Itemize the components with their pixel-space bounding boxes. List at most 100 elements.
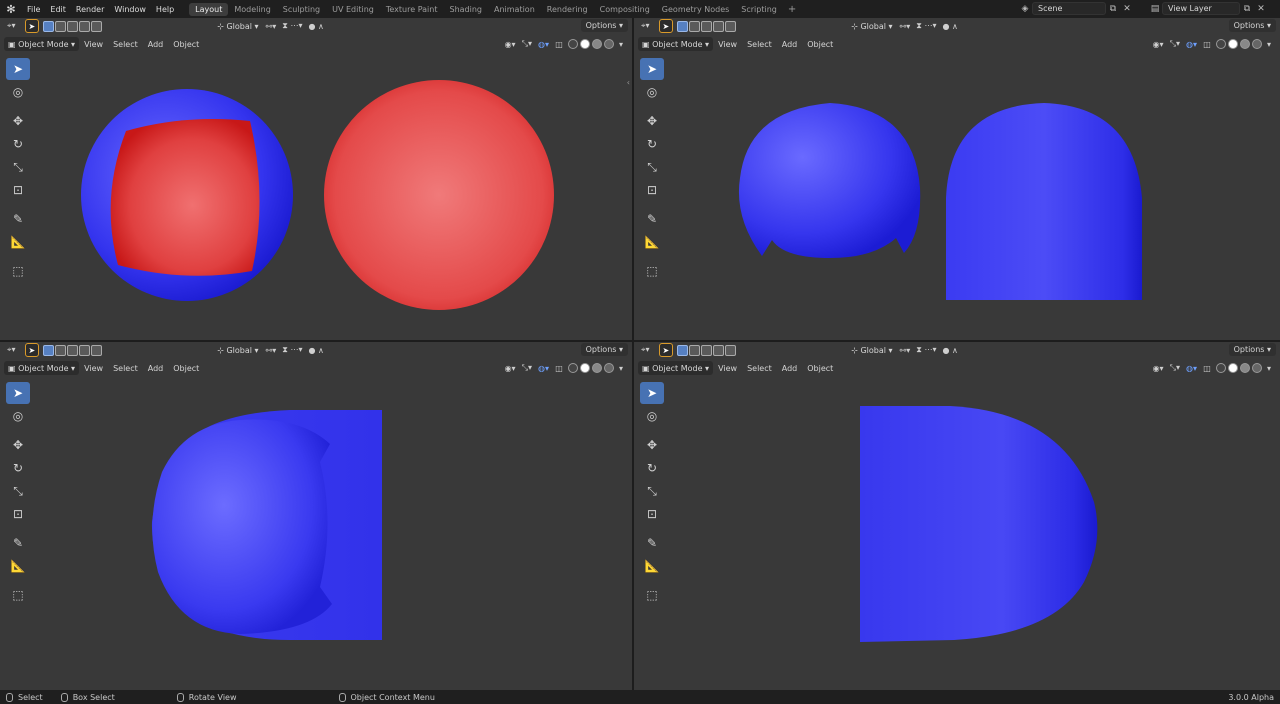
transform-orientation[interactable]: ⊹ Global ▾ [847, 19, 896, 33]
scale-tool-icon[interactable]: ⤡ [6, 156, 30, 178]
solid-shading-icon[interactable] [1228, 363, 1238, 373]
select-mode-icons[interactable] [43, 20, 103, 32]
wireframe-shading-icon[interactable] [568, 363, 578, 373]
cursor-tool-icon[interactable]: ◎ [6, 405, 30, 427]
visibility-icon[interactable]: ◉▾ [502, 37, 519, 51]
select-menu[interactable]: Select [108, 364, 143, 373]
viewport-top-left[interactable]: ⌖▾ ➤ ⊹ Global ▾ ⚯▾ ⧗ ⋯▾ ● ∧ Options ▾ ▣ … [0, 18, 632, 340]
object-mode-dropdown[interactable]: ▣ Object Mode ▾ [4, 361, 80, 375]
annotate-tool-icon[interactable]: ✎ [6, 208, 30, 230]
rotate-tool-icon[interactable]: ↻ [6, 133, 30, 155]
select-tool-icon[interactable]: ➤ [24, 19, 40, 33]
options-button[interactable]: Options ▾ [580, 343, 628, 356]
scale-tool-icon[interactable]: ⤡ [6, 480, 30, 502]
snap-icon[interactable]: ⧗ ⋯▾ [913, 343, 939, 357]
pivot-icon[interactable]: ⚯▾ [897, 19, 914, 33]
scene-icon[interactable]: ◈ [1018, 2, 1032, 15]
rendered-shading-icon[interactable] [1252, 363, 1262, 373]
measure-tool-icon[interactable]: 📐 [6, 555, 30, 577]
cursor-tool-icon[interactable]: ◎ [640, 405, 664, 427]
xray-icon[interactable]: ◫ [552, 37, 566, 51]
transform-orientation[interactable]: ⊹ Global ▾ [213, 19, 262, 33]
xray-icon[interactable]: ◫ [552, 361, 566, 375]
overlay-icon[interactable]: ◍▾ [1183, 37, 1200, 51]
object-menu[interactable]: Object [802, 364, 838, 373]
add-menu[interactable]: Add [143, 40, 169, 49]
visibility-icon[interactable]: ◉▾ [1150, 361, 1167, 375]
select-tool-icon[interactable]: ➤ [658, 19, 674, 33]
proportional-edit-icon[interactable]: ● ∧ [939, 343, 960, 357]
view-layer-field[interactable]: View Layer [1162, 2, 1240, 15]
tab-animation[interactable]: Animation [488, 3, 541, 16]
shading-options-icon[interactable]: ▾ [1262, 37, 1276, 51]
wireframe-shading-icon[interactable] [1216, 39, 1226, 49]
view-menu[interactable]: View [79, 40, 108, 49]
solid-shading-icon[interactable] [580, 39, 590, 49]
delete-scene-icon[interactable]: ✕ [1120, 2, 1134, 15]
pivot-icon[interactable]: ⚯▾ [897, 343, 914, 357]
select-box-tool-icon[interactable]: ➤ [6, 382, 30, 404]
transform-tool-icon[interactable]: ⊡ [640, 179, 664, 201]
shading-options-icon[interactable]: ▾ [614, 37, 628, 51]
add-menu[interactable]: Add [777, 364, 803, 373]
scale-tool-icon[interactable]: ⤡ [640, 156, 664, 178]
editor-type-icon[interactable]: ⌖▾ [638, 19, 653, 33]
options-button[interactable]: Options ▾ [1228, 19, 1276, 32]
new-scene-icon[interactable]: ⧉ [1106, 2, 1120, 15]
rotate-tool-icon[interactable]: ↻ [640, 457, 664, 479]
transform-tool-icon[interactable]: ⊡ [640, 503, 664, 525]
options-button[interactable]: Options ▾ [1228, 343, 1276, 356]
snap-icon[interactable]: ⧗ ⋯▾ [279, 343, 305, 357]
object-menu[interactable]: Object [168, 364, 204, 373]
sidebar-toggle-icon[interactable]: ‹ [627, 78, 630, 87]
measure-tool-icon[interactable]: 📐 [6, 231, 30, 253]
material-shading-icon[interactable] [592, 39, 602, 49]
move-tool-icon[interactable]: ✥ [6, 434, 30, 456]
xray-icon[interactable]: ◫ [1200, 37, 1214, 51]
rotate-tool-icon[interactable]: ↻ [6, 457, 30, 479]
menu-help[interactable]: Help [151, 5, 179, 14]
move-tool-icon[interactable]: ✥ [640, 434, 664, 456]
select-box-tool-icon[interactable]: ➤ [6, 58, 30, 80]
measure-tool-icon[interactable]: 📐 [640, 231, 664, 253]
annotate-tool-icon[interactable]: ✎ [640, 532, 664, 554]
shading-options-icon[interactable]: ▾ [614, 361, 628, 375]
annotate-tool-icon[interactable]: ✎ [640, 208, 664, 230]
solid-shading-icon[interactable] [580, 363, 590, 373]
new-view-layer-icon[interactable]: ⧉ [1240, 2, 1254, 15]
viewport-top-right[interactable]: ⌖▾ ➤ ⊹ Global ▾ ⚯▾ ⧗ ⋯▾ ● ∧ Options ▾ ▣ … [634, 18, 1280, 340]
add-cube-tool-icon[interactable]: ⬚ [6, 260, 30, 282]
add-cube-tool-icon[interactable]: ⬚ [640, 584, 664, 606]
editor-type-icon[interactable]: ⌖▾ [4, 19, 19, 33]
rendered-shading-icon[interactable] [604, 363, 614, 373]
add-cube-tool-icon[interactable]: ⬚ [6, 584, 30, 606]
overlay-icon[interactable]: ◍▾ [535, 37, 552, 51]
wireframe-shading-icon[interactable] [1216, 363, 1226, 373]
material-shading-icon[interactable] [1240, 39, 1250, 49]
proportional-edit-icon[interactable]: ● ∧ [939, 19, 960, 33]
view-menu[interactable]: View [713, 364, 742, 373]
select-menu[interactable]: Select [742, 364, 777, 373]
object-menu[interactable]: Object [168, 40, 204, 49]
xray-icon[interactable]: ◫ [1200, 361, 1214, 375]
scale-tool-icon[interactable]: ⤡ [640, 480, 664, 502]
gizmo-icon[interactable]: ⤡▾ [1167, 37, 1183, 51]
select-mode-icons[interactable] [43, 344, 103, 356]
tab-texture-paint[interactable]: Texture Paint [380, 3, 444, 16]
select-tool-icon[interactable]: ➤ [658, 343, 674, 357]
select-menu[interactable]: Select [742, 40, 777, 49]
move-tool-icon[interactable]: ✥ [6, 110, 30, 132]
measure-tool-icon[interactable]: 📐 [640, 555, 664, 577]
material-shading-icon[interactable] [1240, 363, 1250, 373]
tab-sculpting[interactable]: Sculpting [277, 3, 326, 16]
cursor-tool-icon[interactable]: ◎ [640, 81, 664, 103]
select-mode-icons[interactable] [677, 344, 737, 356]
object-mode-dropdown[interactable]: ▣ Object Mode ▾ [638, 361, 714, 375]
gizmo-icon[interactable]: ⤡▾ [519, 37, 535, 51]
tab-layout[interactable]: Layout [189, 2, 229, 16]
rendered-shading-icon[interactable] [604, 39, 614, 49]
select-mode-icons[interactable] [677, 20, 737, 32]
overlay-icon[interactable]: ◍▾ [535, 361, 552, 375]
move-tool-icon[interactable]: ✥ [640, 110, 664, 132]
select-tool-icon[interactable]: ➤ [24, 343, 40, 357]
